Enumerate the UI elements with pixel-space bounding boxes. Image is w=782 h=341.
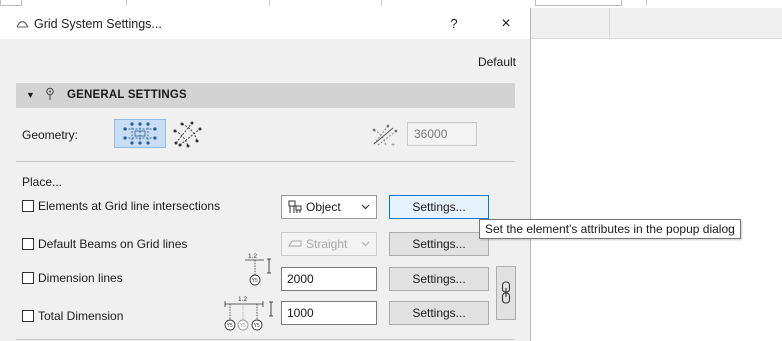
grid-marker-label: Y5 [240,323,246,329]
total-dimension-label[interactable]: Total Dimension [38,309,123,323]
header-divider [609,8,610,38]
geometry-label: Geometry: [22,128,79,142]
toolbar-divider [380,0,382,6]
dimension-lines-checkbox[interactable] [22,272,34,284]
chevron-down-icon [361,241,370,247]
dialog-title: Grid System Settings... [34,17,162,31]
total-dimension-settings-button[interactable]: Settings... [389,301,489,325]
total-dimension-offset-icon: 1.2 Y5 Y5 Y5 [224,296,273,331]
general-settings-header[interactable]: ▼ GENERAL SETTINGS [16,83,515,108]
place-label: Place... [22,175,63,189]
divider [16,339,515,340]
rectangular-grid-button[interactable] [114,119,166,148]
toolbar-field-edge [0,0,22,6]
default-beams-checkbox[interactable] [22,238,34,250]
elements-at-intersections-label[interactable]: Elements at Grid line intersections [38,199,220,213]
dimension-lines-label[interactable]: Dimension lines [38,271,123,285]
svg-text:+: + [391,142,395,148]
toolbar-divider [125,0,127,6]
toolbar-divider [645,0,647,6]
elements-settings-button[interactable]: Settings... [389,195,489,219]
element-type-value: Object [306,200,341,214]
pin-icon [46,87,54,100]
polar-grid-button[interactable] [170,119,204,148]
dimension-text-label: 1.2 [248,253,257,260]
help-button[interactable]: ? [446,16,462,32]
beam-type-dropdown[interactable]: Straight [281,232,377,256]
dimension-settings-button[interactable]: Settings... [389,267,489,291]
straight-beam-icon [288,240,302,247]
settings-tooltip: Set the element's attributes in the popu… [479,219,741,239]
radius-field[interactable]: 36000 [407,122,477,146]
rectangular-grid-icon [123,122,157,145]
dimension-offset-field[interactable]: 2000 [281,267,377,291]
total-dimension-offset-field[interactable]: 1000 [281,301,377,325]
elements-at-intersections-checkbox[interactable] [22,200,34,212]
toolbar-divider [268,0,270,6]
favorites-default-label[interactable]: Default [470,55,516,69]
element-type-dropdown[interactable]: Object [281,195,377,219]
collapse-triangle-icon[interactable]: ▼ [26,90,35,100]
grid-marker-label: Y5 [227,323,233,329]
background-panel [531,8,782,341]
radius-icon: + [372,124,398,148]
background-panel-header [531,8,782,39]
section-title: GENERAL SETTINGS [67,89,187,101]
dimension-offset-icon: 1.2 Y5 [245,253,271,286]
close-button[interactable]: × [496,15,516,33]
default-beams-label[interactable]: Default Beams on Grid lines [38,237,187,251]
grid-marker-label: Y5 [252,278,258,284]
title-bar[interactable]: Grid System Settings... ? × [0,8,530,39]
grid-system-settings-dialog: Grid System Settings... ? × Default ▼ GE… [0,8,531,341]
toolbar-field [535,0,622,6]
beam-type-value: Straight [306,237,348,251]
polar-grid-icon [173,121,202,148]
chevron-down-icon [361,204,370,210]
chain-link-icon [501,281,511,304]
grid-marker-label: Y5 [254,323,260,329]
total-dimension-checkbox[interactable] [22,310,34,322]
dimension-text-label: 1.2 [238,296,247,303]
grid-tool-icon [16,20,29,28]
link-settings-button[interactable] [496,266,516,320]
divider [16,161,515,162]
beams-settings-button[interactable]: Settings... [389,232,489,256]
object-icon [288,200,302,213]
